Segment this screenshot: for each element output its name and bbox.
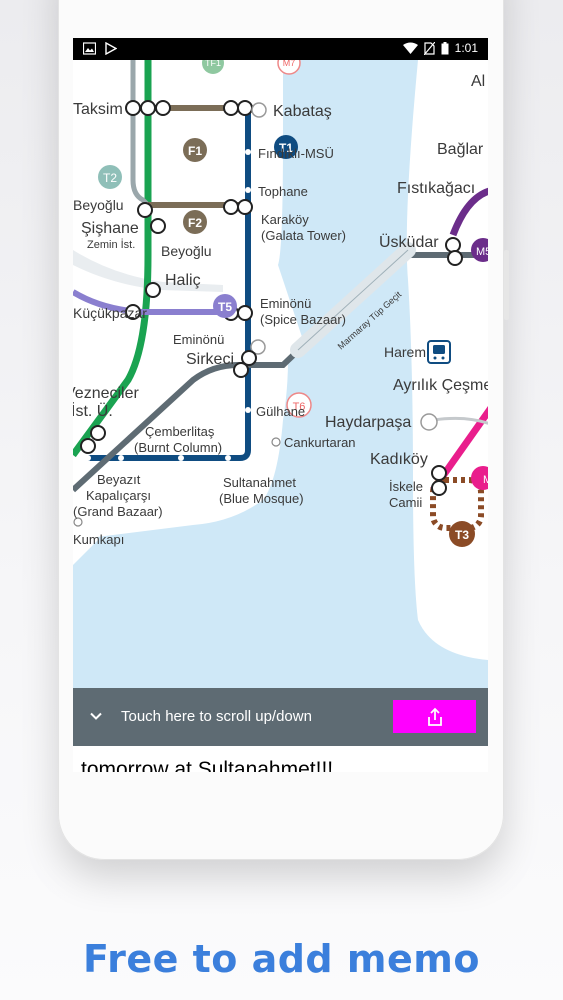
label-iskele: İskele [389,479,423,494]
phone-side-button [504,250,509,320]
label-cemberlitas: Çemberlitaş [145,424,215,439]
share-icon [427,707,442,726]
label-kabatas: Kabataş [273,103,332,120]
label-kapalicarsi: Kapalıçarşı [86,488,151,503]
label-harem: Harem [384,344,426,360]
label-sultanahmet: Sultanahmet [223,475,296,490]
label-eminonu: Eminönü [173,332,224,347]
label-halic: Haliç [165,272,201,289]
label-al: Al [471,73,485,90]
promo-caption: Free to add memo [83,937,480,981]
status-time: 1:01 [454,41,478,55]
kumkapi-stop [73,517,83,527]
label-karakoy-sub: (Galata Tower) [261,228,346,243]
scroll-hint-text[interactable]: Touch here to scroll up/down [121,708,312,725]
metro-map[interactable]: TF1 M7 F1 F2 T1 T2 T5 T6 T3 M4 M5 Taksim… [73,60,488,688]
label-karakoy: Karaköy [261,212,309,227]
label-findikli: Fındıklı-MSÜ [258,146,334,161]
cankurtaran-stop [271,437,281,447]
label-cemberlitas-sub: (Burnt Column) [134,440,222,455]
bus-icon [427,340,451,364]
label-tophane: Tophane [258,184,308,199]
label-zemin: Zemin İst. [87,238,135,251]
image-icon [83,42,96,55]
scroll-toggle-bar[interactable]: Touch here to scroll up/down [73,688,488,746]
battery-icon [441,41,449,54]
badge-f1: F1 [188,144,202,158]
label-kumkapi: Kumkapı [73,532,124,547]
badge-t3: T3 [455,528,469,542]
label-eminonu-t: Eminönü [260,296,311,311]
badge-f2: F2 [188,216,202,230]
status-bar: 1:01 [73,38,488,60]
label-kadikoy: Kadıköy [370,451,428,468]
label-haydarpasa: Haydarpaşa [325,414,411,431]
label-kucukpazar: Küçükpazar [73,305,147,321]
wifi-icon [402,42,418,54]
label-sirkeci: Sirkeci [186,351,234,368]
label-ayrilik: Ayrılık Çeşme [393,377,488,394]
label-beyoglu-funi: Beyoğlu [161,243,212,259]
label-camii: Camii [389,495,422,510]
label-istu: İst. Ü. [73,401,113,420]
no-sim-icon [423,41,435,55]
label-sishane: Şişhane [81,220,139,237]
share-button[interactable] [393,700,476,733]
label-fistikagaci: Fıstıkağacı [397,180,475,197]
badge-m4: M4 [483,474,488,486]
badge-t5: T5 [218,300,232,314]
badge-tf1: TF1 [205,60,221,68]
label-taksim: Taksim [73,101,123,118]
label-vezneciler: Vezneciler [73,385,139,402]
app-screen: 1:01 TF1 M7 F1 F2 T1 T2 T5 T6 T3 M M Tak… [73,38,488,772]
badge-t2: T2 [103,171,117,185]
label-beyazit: Beyazıt [97,472,141,487]
label-eminonu-sub: (Spice Bazaar) [260,312,346,327]
badge-m7: M7 [283,60,296,68]
memo-input[interactable] [81,758,480,772]
label-kapalicarsi-sub: (Grand Bazaar) [73,504,163,519]
label-sultanahmet-sub: (Blue Mosque) [219,491,304,506]
label-baglar: Bağlar [437,141,484,158]
label-gulhane: Gülhane [256,404,305,419]
chevron-down-icon[interactable] [87,707,105,725]
label-uskudar: Üsküdar [379,233,439,251]
memo-field-wrapper [81,758,480,772]
label-cankurtaran: Cankurtaran [284,435,356,450]
badge-m5: M5 [476,246,488,258]
play-store-icon [105,42,117,55]
label-beyoglu-top: Beyoğlu [73,197,124,213]
